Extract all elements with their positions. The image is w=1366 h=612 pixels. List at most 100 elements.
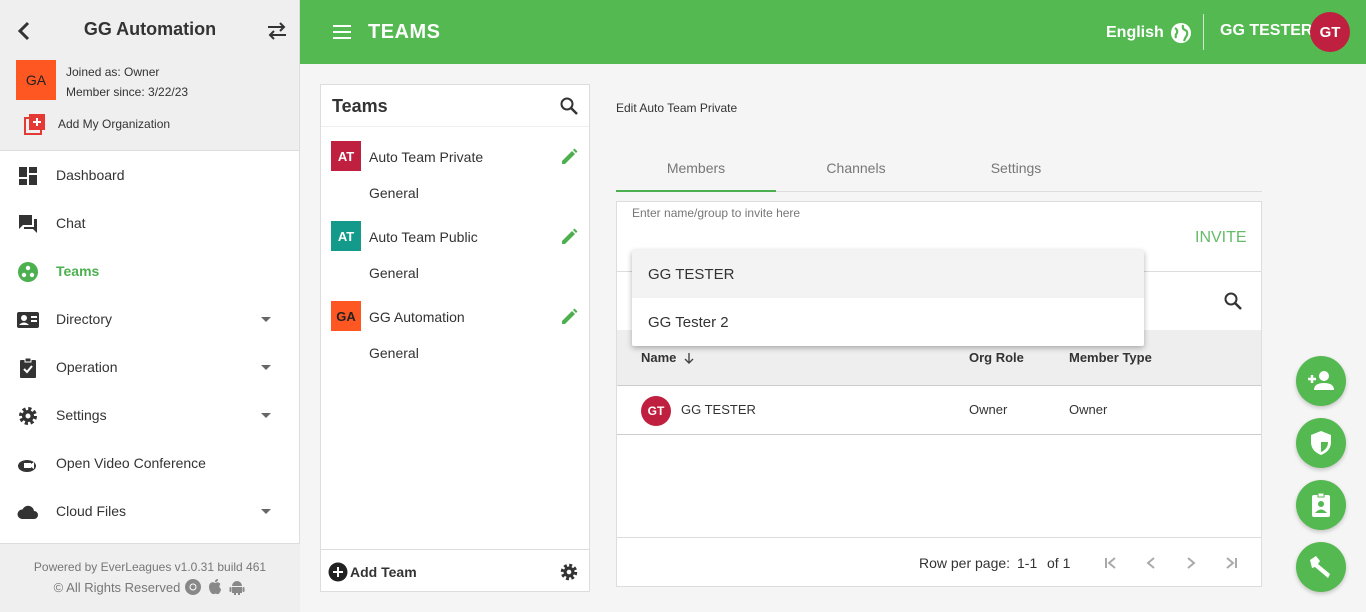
sidebar-item-chat[interactable]: Chat <box>0 199 299 247</box>
sidebar-item-video-conference[interactable]: Open Video Conference <box>0 439 299 487</box>
search-icon[interactable] <box>559 96 579 116</box>
sidebar-item-label: Cloud Files <box>56 503 127 519</box>
menu-icon[interactable] <box>332 22 352 42</box>
teams-panel-header: Teams <box>321 85 589 127</box>
team-name[interactable]: Auto Team Public <box>369 229 478 245</box>
rows-per-page-label: Row per page: <box>919 555 1011 571</box>
gear-icon <box>19 407 37 425</box>
invite-input[interactable] <box>632 202 1172 224</box>
joined-as: Joined as: Owner <box>66 65 160 79</box>
org-title: GG Automation <box>83 19 217 39</box>
user-name[interactable]: GG TESTER <box>1220 22 1312 40</box>
chrome-icon[interactable] <box>184 578 202 596</box>
team-channel[interactable]: General <box>369 345 419 361</box>
chevron-down-icon[interactable] <box>261 413 271 418</box>
team-name[interactable]: GG Automation <box>369 309 465 325</box>
team-avatar: GA <box>331 301 361 331</box>
tab-channels[interactable]: Channels <box>776 146 936 191</box>
teams-icon <box>18 262 38 282</box>
next-page-icon[interactable] <box>1183 555 1199 571</box>
copyright: © All Rights Reserved <box>53 579 181 595</box>
column-org-role[interactable]: Org Role <box>969 350 1024 365</box>
sidebar-item-label: Directory <box>56 311 113 327</box>
sidebar: GG Automation GA Joined as: Owner Member… <box>0 0 300 612</box>
powered-by: Powered by EverLeagues v1.0.31 build 461 <box>33 560 267 574</box>
edit-pencil-icon[interactable] <box>559 227 579 247</box>
chevron-down-icon[interactable] <box>261 365 271 370</box>
sidebar-item-directory[interactable]: Directory <box>0 295 299 343</box>
table-row[interactable]: GT GG TESTER Owner Owner <box>617 386 1261 435</box>
tools-fab[interactable] <box>1296 542 1346 592</box>
member-name: GG TESTER <box>681 402 756 417</box>
member-type: Owner <box>1069 402 1108 417</box>
security-fab[interactable] <box>1296 418 1346 468</box>
add-team-button[interactable]: Add Team <box>328 562 417 582</box>
sort-arrow-down-icon[interactable] <box>682 351 696 365</box>
suggestion-item[interactable]: GG Tester 2 <box>632 298 1144 346</box>
edit-team-title: Edit Auto Team Private <box>616 101 738 115</box>
team-channel[interactable]: General <box>369 185 419 201</box>
teams-panel-footer: Add Team <box>321 549 589 592</box>
add-box-icon <box>24 114 45 135</box>
sidebar-header: GG Automation GA Joined as: Owner Member… <box>0 0 299 151</box>
team-avatar: AT <box>331 221 361 251</box>
first-page-icon[interactable] <box>1103 555 1119 571</box>
language-label: English <box>1106 24 1164 41</box>
tab-members[interactable]: Members <box>616 146 776 192</box>
video-icon <box>18 460 36 472</box>
team-item[interactable]: AT Auto Team Private General <box>321 127 589 207</box>
previous-page-icon[interactable] <box>1143 555 1159 571</box>
edit-pencil-icon[interactable] <box>559 307 579 327</box>
team-avatar: AT <box>331 141 361 171</box>
page-title: TEAMS <box>368 21 441 43</box>
team-channel[interactable]: General <box>369 265 419 281</box>
topbar-divider <box>1203 14 1204 50</box>
add-circle-icon <box>328 562 348 582</box>
directory-icon <box>17 312 39 328</box>
dashboard-icon <box>19 167 37 185</box>
sidebar-item-teams[interactable]: Teams <box>0 247 299 295</box>
team-item[interactable]: GA GG Automation General <box>321 287 589 367</box>
sidebar-item-operation[interactable]: Operation <box>0 343 299 391</box>
shield-icon <box>1311 431 1331 455</box>
member-since: Member since: 3/22/23 <box>66 85 189 99</box>
column-name-label: Name <box>641 350 677 365</box>
edit-pencil-icon[interactable] <box>559 147 579 167</box>
chevron-down-icon[interactable] <box>261 317 271 322</box>
team-item[interactable]: AT Auto Team Public General <box>321 207 589 287</box>
sidebar-item-cloud-files[interactable]: Cloud Files <box>0 487 299 535</box>
team-name[interactable]: Auto Team Private <box>369 149 483 165</box>
suggestion-item[interactable]: GG TESTER <box>632 250 1144 298</box>
user-avatar[interactable]: GT <box>1310 12 1350 52</box>
contact-card-fab[interactable] <box>1296 480 1346 530</box>
page-total: of 1 <box>1047 555 1071 571</box>
swap-icon[interactable] <box>266 21 288 41</box>
copyright-row: © All Rights Reserved <box>0 578 300 596</box>
org-avatar: GA <box>16 60 56 100</box>
teams-panel: Teams AT Auto Team Private General AT Au… <box>320 84 590 592</box>
chevron-down-icon[interactable] <box>261 509 271 514</box>
page-range: 1-1 <box>1017 555 1038 571</box>
gear-icon[interactable] <box>558 561 580 583</box>
invite-button[interactable]: INVITE <box>1195 229 1247 247</box>
column-member-type[interactable]: Member Type <box>1069 350 1152 365</box>
language-selector[interactable]: English <box>1106 22 1192 44</box>
android-icon[interactable] <box>228 578 246 596</box>
add-organization-button[interactable]: Add My Organization <box>24 113 170 135</box>
pagination: Row per page: 1-1 of 1 <box>617 537 1261 587</box>
add-member-fab[interactable] <box>1296 356 1346 406</box>
search-icon[interactable] <box>1223 291 1243 311</box>
editor-tabs: Members Channels Settings <box>616 146 1262 192</box>
sidebar-footer: Powered by EverLeagues v1.0.31 build 461… <box>0 543 300 612</box>
badge-icon <box>1312 492 1330 517</box>
sidebar-item-label: Chat <box>56 215 86 231</box>
apple-icon[interactable] <box>206 578 224 596</box>
sidebar-item-dashboard[interactable]: Dashboard <box>0 151 299 199</box>
sidebar-item-settings[interactable]: Settings <box>0 391 299 439</box>
last-page-icon[interactable] <box>1223 555 1239 571</box>
org-meta: Joined as: Owner Member since: 3/22/23 <box>66 62 188 102</box>
column-name[interactable]: Name <box>641 350 696 365</box>
teams-panel-title: Teams <box>332 96 388 116</box>
tab-settings[interactable]: Settings <box>936 146 1096 191</box>
chat-icon <box>19 215 37 233</box>
